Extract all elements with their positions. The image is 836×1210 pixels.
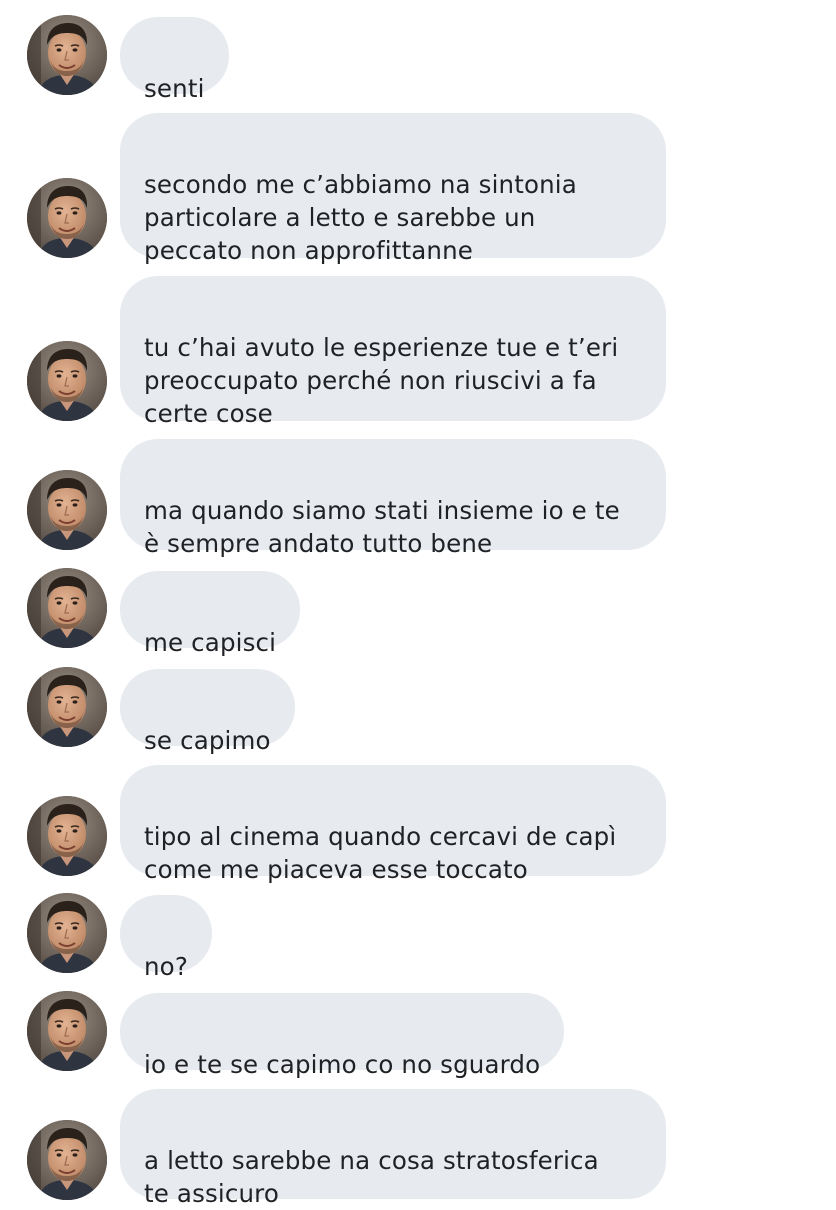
message-row: ma quando siamo stati insieme io e te è … (0, 439, 836, 558)
profile-photo-icon (27, 667, 107, 747)
message-row: a letto sarebbe na cosa stratosferica te… (0, 1089, 836, 1208)
profile-photo-icon (27, 15, 107, 95)
profile-photo-icon (27, 341, 107, 421)
avatar[interactable] (27, 568, 107, 648)
message-bubble[interactable]: ma quando siamo stati insieme io e te è … (120, 439, 666, 558)
message-text: senti (144, 74, 205, 103)
profile-photo-icon (27, 568, 107, 648)
avatar[interactable] (27, 893, 107, 973)
message-bubble[interactable]: tipo al cinema quando cercavi de capì co… (120, 765, 666, 884)
profile-photo-icon (27, 1120, 107, 1200)
message-row: tipo al cinema quando cercavi de capì co… (0, 765, 836, 884)
message-row: secondo me c’abbiamo na sintonia partico… (0, 113, 836, 265)
message-bubble[interactable]: senti (120, 17, 229, 103)
message-bubble[interactable]: tu c’hai avuto le esperienze tue e t’eri… (120, 276, 666, 428)
profile-photo-icon (27, 991, 107, 1071)
message-bubble[interactable]: secondo me c’abbiamo na sintonia partico… (120, 113, 666, 265)
avatar[interactable] (27, 341, 107, 421)
message-row: se capimo (0, 667, 836, 755)
message-text: secondo me c’abbiamo na sintonia partico… (144, 170, 577, 265)
message-text: tu c’hai avuto le esperienze tue e t’eri… (144, 333, 619, 428)
message-row: tu c’hai avuto le esperienze tue e t’eri… (0, 276, 836, 428)
message-text: ma quando siamo stati insieme io e te è … (144, 496, 620, 558)
message-text: no? (144, 952, 188, 981)
profile-photo-icon (27, 470, 107, 550)
avatar[interactable] (27, 796, 107, 876)
message-bubble[interactable]: io e te se capimo co no sguardo (120, 993, 565, 1079)
message-row: me capisci (0, 568, 836, 657)
message-text: se capimo (144, 726, 271, 755)
avatar[interactable] (27, 1120, 107, 1200)
message-text: me capisci (144, 628, 277, 657)
avatar[interactable] (27, 470, 107, 550)
avatar[interactable] (27, 991, 107, 1071)
message-row: senti (0, 15, 836, 103)
message-bubble[interactable]: no? (120, 895, 212, 981)
avatar[interactable] (27, 178, 107, 258)
avatar[interactable] (27, 667, 107, 747)
message-text: tipo al cinema quando cercavi de capì co… (144, 822, 617, 884)
profile-photo-icon (27, 893, 107, 973)
message-bubble[interactable]: me capisci (120, 571, 301, 657)
profile-photo-icon (27, 796, 107, 876)
profile-photo-icon (27, 178, 107, 258)
message-bubble[interactable]: a letto sarebbe na cosa stratosferica te… (120, 1089, 666, 1208)
message-text: io e te se capimo co no sguardo (144, 1050, 541, 1079)
message-row: io e te se capimo co no sguardo (0, 991, 836, 1079)
message-bubble[interactable]: se capimo (120, 669, 295, 755)
avatar[interactable] (27, 15, 107, 95)
message-row: no? (0, 893, 836, 981)
